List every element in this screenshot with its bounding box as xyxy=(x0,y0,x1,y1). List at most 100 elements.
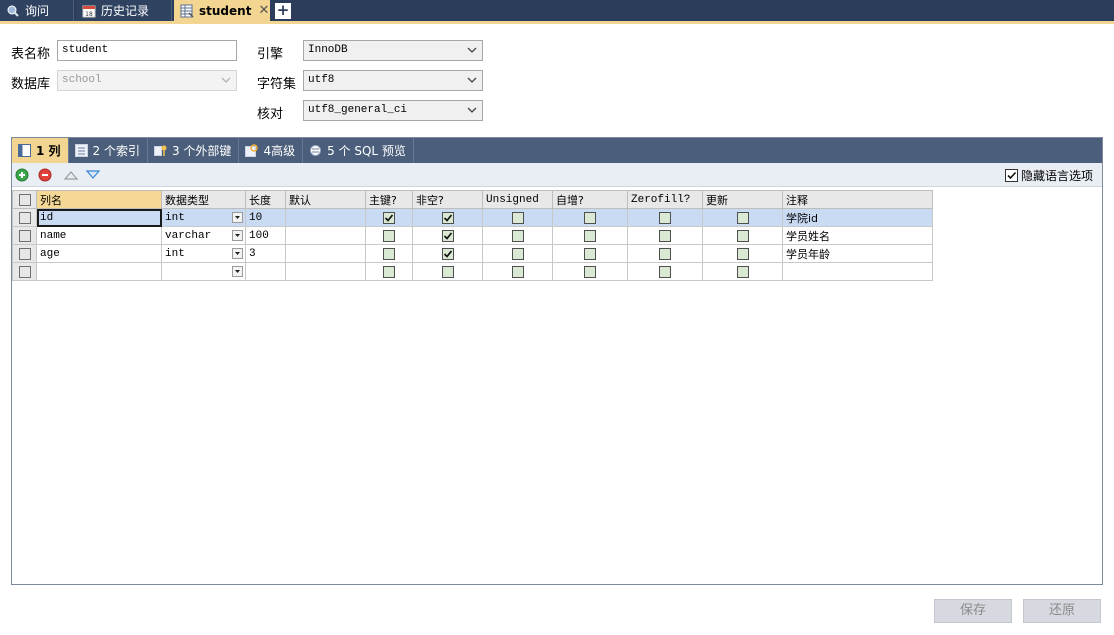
update-cell[interactable] xyxy=(702,244,783,263)
row-select-checkbox[interactable] xyxy=(18,266,31,278)
default-cell[interactable] xyxy=(285,208,366,227)
data-type-cell[interactable]: int xyxy=(161,244,246,263)
table-row[interactable]: id int 10 学院id xyxy=(12,208,933,227)
comment-cell[interactable]: 学院id xyxy=(782,208,933,227)
unsigned-checkbox[interactable] xyxy=(511,212,524,224)
primary-key-cell[interactable] xyxy=(365,208,413,227)
unsigned-checkbox[interactable] xyxy=(511,230,524,242)
select-all-cell[interactable] xyxy=(12,190,37,209)
header-primary-key[interactable]: 主键? xyxy=(365,190,413,209)
primary-key-checkbox[interactable] xyxy=(383,230,395,242)
close-tab-icon[interactable]: ✕ xyxy=(258,3,269,18)
tab-columns[interactable]: 1 列 xyxy=(12,138,69,163)
table-row[interactable] xyxy=(12,262,933,281)
data-type-cell[interactable]: int xyxy=(161,208,246,227)
collation-select[interactable]: utf8_general_ci xyxy=(303,100,483,121)
zerofill-cell[interactable] xyxy=(627,262,703,281)
update-checkbox[interactable] xyxy=(736,212,749,224)
table-row[interactable]: name varchar 100 学员姓名 xyxy=(12,226,933,245)
primary-key-cell[interactable] xyxy=(365,226,413,245)
engine-select[interactable]: InnoDB xyxy=(303,40,483,61)
select-all-checkbox[interactable] xyxy=(18,194,31,206)
default-cell[interactable] xyxy=(285,244,366,263)
auto-increment-checkbox[interactable] xyxy=(584,230,596,242)
comment-cell[interactable]: 学员年龄 xyxy=(782,244,933,263)
not-null-cell[interactable] xyxy=(412,226,483,245)
unsigned-checkbox[interactable] xyxy=(511,266,524,278)
table-row[interactable]: age int 3 学员年龄 xyxy=(12,244,933,263)
zerofill-checkbox[interactable] xyxy=(659,248,671,260)
tab-indexes[interactable]: 2 个索引 xyxy=(69,138,148,163)
hide-language-option[interactable]: 隐藏语言选项 xyxy=(1004,167,1093,184)
default-cell[interactable] xyxy=(285,226,366,245)
not-null-cell[interactable] xyxy=(412,244,483,263)
header-auto-increment[interactable]: 自增? xyxy=(552,190,628,209)
column-name-cell[interactable]: name xyxy=(36,226,162,245)
dropdown-arrow-icon[interactable] xyxy=(232,230,243,241)
header-unsigned[interactable]: Unsigned xyxy=(482,190,553,209)
unsigned-cell[interactable] xyxy=(482,262,553,281)
header-name[interactable]: 列名 xyxy=(36,190,162,209)
row-select-cell[interactable] xyxy=(12,226,37,245)
revert-button[interactable]: 还原 xyxy=(1023,599,1101,623)
header-not-null[interactable]: 非空? xyxy=(412,190,483,209)
header-type[interactable]: 数据类型 xyxy=(161,190,246,209)
update-cell[interactable] xyxy=(702,226,783,245)
hide-language-checkbox[interactable] xyxy=(1004,169,1018,182)
new-tab-button[interactable]: + xyxy=(275,3,291,19)
update-checkbox[interactable] xyxy=(736,230,749,242)
primary-key-checkbox[interactable] xyxy=(383,212,395,224)
header-comment[interactable]: 注释 xyxy=(782,190,933,209)
zerofill-checkbox[interactable] xyxy=(659,230,671,242)
auto-increment-cell[interactable] xyxy=(552,208,628,227)
update-checkbox[interactable] xyxy=(736,266,749,278)
unsigned-cell[interactable] xyxy=(482,208,553,227)
unsigned-checkbox[interactable] xyxy=(511,248,524,260)
primary-key-checkbox[interactable] xyxy=(383,248,395,260)
charset-select[interactable]: utf8 xyxy=(303,70,483,91)
column-name-cell[interactable]: id xyxy=(36,208,162,227)
row-select-cell[interactable] xyxy=(12,208,37,227)
tab-foreign-keys[interactable]: 3 个外部键 xyxy=(148,138,240,163)
dropdown-arrow-icon[interactable] xyxy=(232,248,243,259)
column-name-cell[interactable] xyxy=(36,262,162,281)
not-null-checkbox[interactable] xyxy=(441,212,454,224)
header-update[interactable]: 更新 xyxy=(702,190,783,209)
auto-increment-checkbox[interactable] xyxy=(584,212,596,224)
auto-increment-checkbox[interactable] xyxy=(584,248,596,260)
length-cell[interactable]: 100 xyxy=(245,226,286,245)
zerofill-checkbox[interactable] xyxy=(659,266,671,278)
primary-key-cell[interactable] xyxy=(365,244,413,263)
row-select-cell[interactable] xyxy=(12,262,37,281)
table-name-input[interactable]: student xyxy=(57,40,237,61)
move-down-icon[interactable] xyxy=(85,168,101,182)
zerofill-checkbox[interactable] xyxy=(659,212,671,224)
auto-increment-cell[interactable] xyxy=(552,244,628,263)
zerofill-cell[interactable] xyxy=(627,226,703,245)
zerofill-cell[interactable] xyxy=(627,244,703,263)
auto-increment-checkbox[interactable] xyxy=(584,266,596,278)
dropdown-arrow-icon[interactable] xyxy=(232,266,243,277)
not-null-checkbox[interactable] xyxy=(441,248,454,260)
row-select-checkbox[interactable] xyxy=(18,212,31,224)
update-cell[interactable] xyxy=(702,262,783,281)
delete-column-icon[interactable] xyxy=(38,168,52,182)
length-cell[interactable]: 3 xyxy=(245,244,286,263)
row-select-checkbox[interactable] xyxy=(18,248,31,260)
header-zerofill[interactable]: Zerofill? xyxy=(627,190,703,209)
auto-increment-cell[interactable] xyxy=(552,226,628,245)
default-cell[interactable] xyxy=(285,262,366,281)
header-length[interactable]: 长度 xyxy=(245,190,286,209)
data-type-cell[interactable] xyxy=(161,262,246,281)
add-column-icon[interactable] xyxy=(15,168,29,182)
update-checkbox[interactable] xyxy=(736,248,749,260)
row-select-checkbox[interactable] xyxy=(18,230,31,242)
auto-increment-cell[interactable] xyxy=(552,262,628,281)
comment-cell[interactable] xyxy=(782,262,933,281)
data-type-cell[interactable]: varchar xyxy=(161,226,246,245)
update-cell[interactable] xyxy=(702,208,783,227)
move-up-icon[interactable] xyxy=(63,168,79,182)
tab-student[interactable]: student ✕ xyxy=(174,0,270,21)
tab-history[interactable]: 18 历史记录 xyxy=(76,0,172,21)
row-select-cell[interactable] xyxy=(12,244,37,263)
